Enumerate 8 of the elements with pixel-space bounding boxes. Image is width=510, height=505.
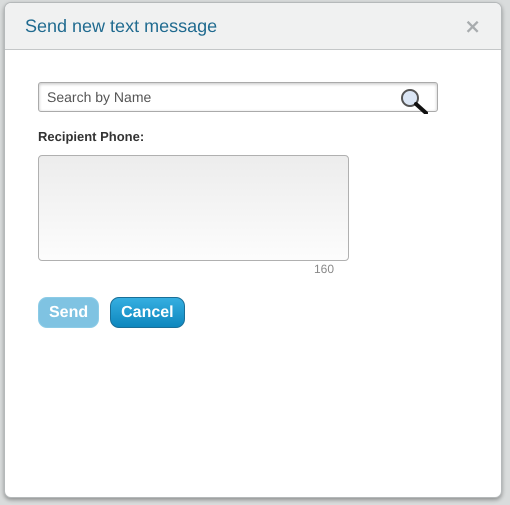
search-field[interactable]: Search by Name [38, 82, 438, 112]
dialog-title: Send new text message [25, 16, 218, 36]
close-button[interactable]: × [464, 16, 481, 36]
character-counter: 160 [314, 262, 334, 276]
field-label: Recipient Phone: [38, 129, 144, 144]
search-icon [400, 88, 428, 114]
message-field[interactable] [38, 155, 349, 261]
cancel-button[interactable]: Cancel [110, 297, 185, 328]
